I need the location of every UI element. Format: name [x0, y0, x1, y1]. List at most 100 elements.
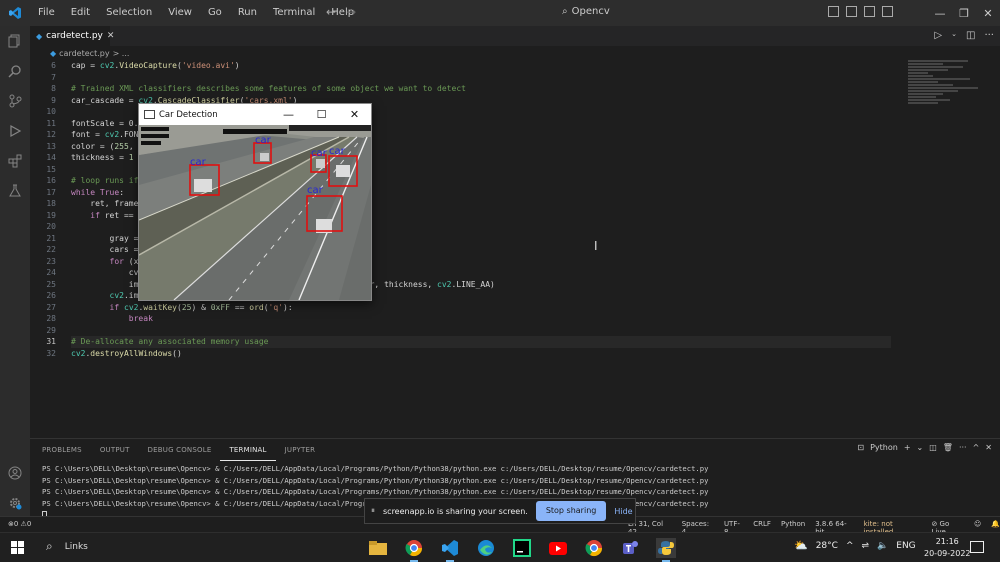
split-terminal-icon[interactable]: ◫ — [929, 443, 937, 452]
toggle-secondary-sidebar-icon[interactable] — [864, 6, 875, 17]
line-number: 15 — [46, 164, 56, 174]
toggle-primary-sidebar-icon[interactable] — [828, 6, 839, 17]
tab-problems[interactable]: PROBLEMS — [33, 439, 91, 461]
testing-flask-icon[interactable] — [0, 176, 30, 206]
editor-scrollbar[interactable] — [985, 60, 997, 438]
panel-actions: ⊡ Python + ⌄ ◫ 🗑 ··· ^ ✕ — [857, 443, 992, 452]
chrome-profile-icon[interactable] — [584, 538, 604, 558]
panel-more-icon[interactable]: ··· — [959, 443, 967, 452]
code-line[interactable]: # Trained XML classifiers describes some… — [71, 83, 891, 95]
window-close-icon[interactable]: ✕ — [976, 7, 1000, 20]
youtube-icon[interactable] — [548, 538, 568, 558]
title-bar: File Edit Selection View Go Run Terminal… — [0, 0, 1000, 26]
pycharm-icon[interactable] — [512, 538, 532, 558]
source-control-icon[interactable] — [0, 86, 30, 116]
close-panel-icon[interactable]: ✕ — [985, 443, 992, 452]
menu-file[interactable]: File — [30, 0, 63, 26]
breadcrumb-sep[interactable]: > ... — [113, 49, 130, 58]
kill-terminal-icon[interactable]: 🗑 — [943, 443, 953, 452]
hide-share-bar-button[interactable]: Hide — [614, 507, 632, 516]
line-number: 21 — [46, 233, 56, 243]
split-editor-icon[interactable]: ◫ — [966, 30, 975, 41]
maximize-panel-icon[interactable]: ^ — [973, 443, 980, 452]
screen-share-bar: ⏸ screenapp.io is sharing your screen. S… — [364, 498, 636, 524]
explorer-icon[interactable] — [0, 26, 30, 56]
code-line[interactable]: cap = cv2.VideoCapture('video.avi') — [71, 60, 891, 72]
code-line[interactable]: break — [71, 313, 891, 325]
network-icon[interactable]: ⇌ — [862, 541, 870, 551]
back-arrow-icon[interactable]: ← — [326, 5, 336, 19]
car-detection-window[interactable]: Car Detection — ☐ ✕ car car car car car — [138, 103, 372, 301]
edge-icon[interactable] — [476, 538, 496, 558]
popup-minimize-icon[interactable]: — — [272, 104, 305, 125]
menu-terminal[interactable]: Terminal — [265, 0, 323, 26]
account-icon[interactable] — [0, 458, 30, 488]
toggle-panel-icon[interactable] — [846, 6, 857, 17]
line-number: 10 — [46, 107, 56, 116]
menu-selection[interactable]: Selection — [98, 0, 160, 26]
taskbar-search[interactable]: ⌕ Links — [46, 539, 88, 554]
menu-go[interactable]: Go — [200, 0, 230, 26]
vscode-taskbar-icon[interactable] — [440, 538, 460, 562]
run-dropdown-icon[interactable]: ⌄ — [951, 30, 957, 41]
menu-view[interactable]: View — [160, 0, 200, 26]
car-label: car — [307, 185, 324, 196]
search-view-icon[interactable] — [0, 56, 30, 86]
tab-terminal[interactable]: TERMINAL — [220, 439, 276, 461]
language-indicator[interactable]: ENG — [896, 541, 915, 551]
taskbar-apps — [368, 538, 676, 562]
line-number: 8 — [51, 84, 56, 93]
new-terminal-icon[interactable]: + — [904, 443, 911, 452]
stop-sharing-button[interactable]: Stop sharing — [535, 501, 607, 521]
code-line[interactable] — [71, 72, 891, 84]
windows-start-icon[interactable] — [11, 541, 25, 555]
weather-icon[interactable]: ⛅ — [794, 539, 808, 552]
notification-center-icon[interactable] — [970, 541, 984, 553]
breadcrumb-file[interactable]: cardetect.py — [59, 49, 109, 58]
extensions-icon[interactable] — [0, 146, 30, 176]
run-debug-icon[interactable] — [0, 116, 30, 146]
app-window-icon — [144, 110, 155, 119]
popup-maximize-icon[interactable]: ☐ — [305, 104, 338, 125]
taskbar-clock[interactable]: 21:16 20-09-2022 — [924, 536, 971, 560]
forward-arrow-icon[interactable]: → — [346, 5, 356, 19]
code-line[interactable]: cv2.destroyAllWindows() — [71, 348, 891, 360]
car-detection-titlebar[interactable]: Car Detection — ☐ ✕ — [139, 104, 371, 125]
car-detection-title: Car Detection — [159, 109, 218, 120]
terminal-dropdown-icon[interactable]: ⌄ — [917, 443, 924, 452]
tab-cardetect[interactable]: ◆ cardetect.py ✕ — [30, 26, 114, 46]
file-explorer-icon[interactable] — [368, 538, 388, 558]
python-taskbar-icon[interactable] — [656, 538, 676, 562]
code-line[interactable]: # De-allocate any associated memory usag… — [71, 336, 891, 348]
tab-output[interactable]: OUTPUT — [91, 439, 139, 461]
line-number: 9 — [51, 95, 56, 105]
system-tray: ⛅ 28°C ^ ⇌ 🔈 ENG — [794, 539, 916, 552]
manage-gear-icon[interactable] — [0, 488, 30, 518]
window-minimize-icon[interactable]: — — [928, 7, 952, 20]
tray-chevron-icon[interactable]: ^ — [846, 541, 854, 551]
customize-layout-icon[interactable] — [882, 6, 893, 17]
window-restore-icon[interactable]: ❐ — [952, 7, 976, 20]
minimap[interactable] — [908, 60, 983, 120]
command-center[interactable]: ⌕ Opencv — [562, 6, 610, 17]
chrome-icon[interactable] — [404, 538, 424, 562]
code-line[interactable]: if cv2.waitKey(25) & 0xFF == ord('q'): — [71, 302, 891, 314]
line-number: 16 — [46, 176, 56, 185]
pause-icon: ⏸ — [371, 506, 375, 515]
teams-icon[interactable] — [620, 538, 640, 558]
menu-edit[interactable]: Edit — [63, 0, 98, 26]
menu-run[interactable]: Run — [230, 0, 265, 26]
weather-temp[interactable]: 28°C — [816, 541, 838, 551]
code-line[interactable] — [71, 325, 891, 337]
tab-jupyter[interactable]: JUPYTER — [276, 439, 325, 461]
line-number: 26 — [46, 291, 56, 300]
problems-count[interactable]: ⊗0 ⚠0 — [8, 520, 31, 528]
terminal-shell-label[interactable]: Python — [870, 443, 898, 452]
tab-close-icon[interactable]: ✕ — [107, 31, 115, 41]
terminal-profile-icon: ⊡ — [857, 443, 865, 452]
run-python-file-icon[interactable]: ▷ — [934, 30, 942, 41]
more-actions-icon[interactable]: ··· — [984, 30, 994, 41]
volume-icon[interactable]: 🔈 — [877, 541, 888, 551]
popup-close-icon[interactable]: ✕ — [338, 104, 371, 125]
tab-debug-console[interactable]: DEBUG CONSOLE — [139, 439, 221, 461]
